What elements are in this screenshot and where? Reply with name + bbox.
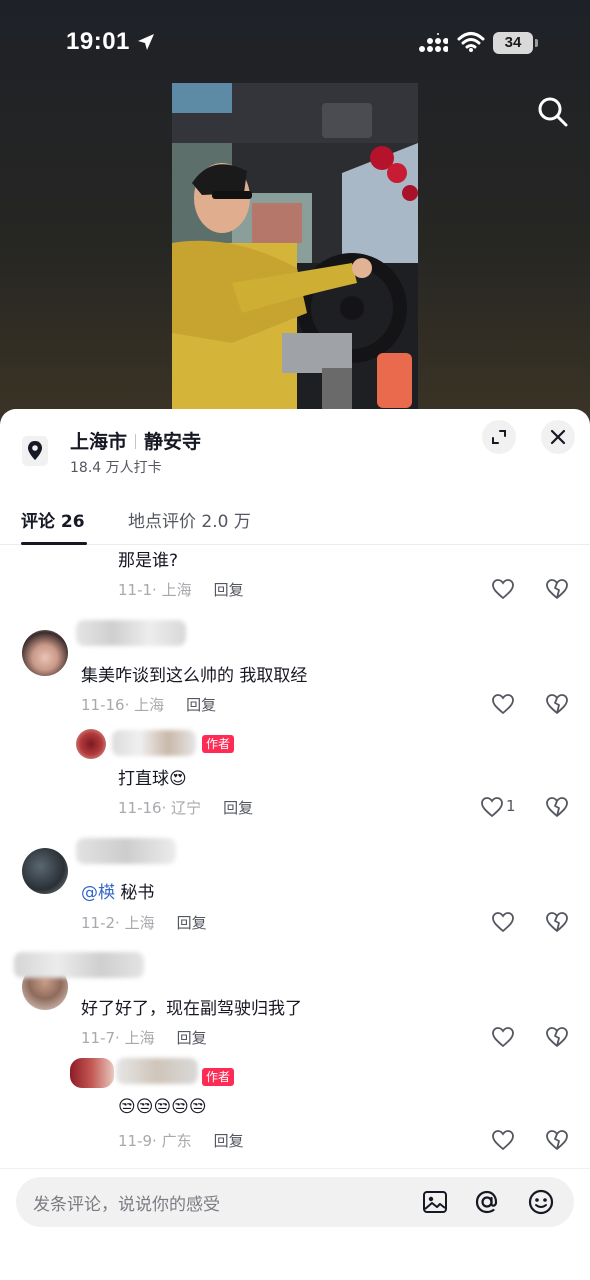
signal-icon [419,33,448,52]
close-button[interactable] [541,420,575,454]
reply-button[interactable]: 回复 [186,694,216,715]
expand-icon [492,430,506,444]
comment-meta: 11-7 · 上海 回复 [81,1027,207,1048]
wifi-icon [457,32,485,52]
comment-text: @楧 秘书 [81,878,154,903]
reply-button[interactable]: 回复 [177,1027,207,1048]
emoji-icon[interactable] [527,1188,555,1216]
author-badge: 作者 [202,735,235,753]
location-pin-icon [22,436,48,466]
heart-icon[interactable] [491,910,515,934]
reply-button[interactable]: 回复 [223,797,253,818]
location-title[interactable]: 上海市 静安寺 [70,427,201,454]
checkin-count: 18.4 万人打卡 [70,460,162,476]
username-obscured[interactable] [14,952,144,978]
dislike-heart-icon[interactable] [545,577,569,601]
battery-tip [535,39,538,47]
comment-input-placeholder: 发条评论，说说你的感受 [33,1195,220,1215]
comment-text: 打直球😍 [118,764,187,789]
dislike-heart-icon[interactable] [545,1128,569,1152]
heart-icon[interactable] [491,692,515,716]
comment-text-body: 打直球 [118,769,169,789]
username-obscured[interactable] [76,838,176,864]
tab-place-reviews[interactable]: 地点评价 2.0 万 [128,507,251,532]
comment-date: 11-7 [81,1028,116,1047]
comment-meta: 11-9 · 广东 回复 [118,1130,244,1151]
comment-text: 集美咋谈到这么帅的 我取取经 [81,666,308,686]
emoji: 😍 [169,769,187,789]
avatar[interactable] [22,848,68,894]
meta-dot: · [152,1131,162,1150]
reply-button[interactable]: 回复 [214,579,244,600]
username-obscured[interactable] [76,620,186,646]
location-place: 静安寺 [144,431,202,453]
battery-indicator: 34 [493,32,533,54]
meta-dot: · [115,913,125,932]
author-badge: 作者 [202,1068,235,1086]
location-arrow-icon [138,34,154,50]
like-count: 1 [506,797,516,815]
at-icon[interactable] [473,1188,501,1216]
comment-region: 辽宁 [171,799,202,817]
username-obscured[interactable] [116,1058,198,1084]
comment-region: 上海 [124,914,155,932]
avatar[interactable] [22,630,68,676]
meta-dot: · [161,798,172,817]
username-obscured[interactable] [112,730,196,756]
expand-button[interactable] [482,420,516,454]
comment-date: 11-1 [118,580,153,599]
status-time: 19:01 [66,28,130,55]
heart-icon[interactable] [491,1025,515,1049]
comment-region: 上海 [161,581,192,599]
search-icon[interactable] [535,94,571,130]
title-separator [135,434,137,449]
comment-emoji-text: 😒😒😒😒😒 [118,1097,207,1117]
comment-date: 11-16 [81,695,125,714]
tab-comments[interactable]: 评论 26 [21,507,85,532]
comment-text: 那是谁? [118,551,179,571]
comment-text-body: 秘书 [115,883,155,903]
mention-link[interactable]: @楧 [81,883,115,903]
comment-meta: 11-16 · 上海 回复 [81,694,216,715]
avatar[interactable] [70,1058,114,1088]
heart-icon[interactable] [491,577,515,601]
comment-input[interactable]: 发条评论，说说你的感受 [16,1177,574,1227]
comment-region: 上海 [124,1029,155,1047]
comment-date: 11-2 [81,913,116,932]
comment-region: 上海 [134,696,165,714]
heart-icon[interactable] [491,1128,515,1152]
meta-dot: · [124,695,135,714]
comment-meta: 11-16 · 辽宁 回复 [118,797,253,818]
close-icon [550,429,566,445]
reply-button[interactable]: 回复 [177,912,207,933]
reply-button[interactable]: 回复 [214,1130,244,1151]
dislike-heart-icon[interactable] [545,692,569,716]
video-thumbnail[interactable] [172,83,418,413]
avatar[interactable] [76,729,106,759]
comment-date: 11-9 [118,1131,153,1150]
comment-date: 11-16 [118,798,162,817]
comment-region: 广东 [161,1132,192,1150]
comment-text: 好了好了，现在副驾驶归我了 [81,999,302,1019]
heart-icon[interactable] [480,795,504,819]
dislike-heart-icon[interactable] [545,910,569,934]
comment-meta: 11-2 · 上海 回复 [81,912,207,933]
image-icon[interactable] [421,1188,449,1216]
active-tab-indicator [21,542,87,545]
dislike-heart-icon[interactable] [545,795,569,819]
comment-meta: 11-1 · 上海 回复 [118,579,244,600]
input-divider [0,1168,590,1169]
dislike-heart-icon[interactable] [545,1025,569,1049]
status-bar: 19:01 34 [0,0,590,88]
tab-bar: 评论 26 地点评价 2.0 万 [0,499,590,545]
location-city: 上海市 [70,431,128,453]
meta-dot: · [115,1028,125,1047]
video-scene-image [172,83,418,413]
meta-dot: · [152,580,162,599]
